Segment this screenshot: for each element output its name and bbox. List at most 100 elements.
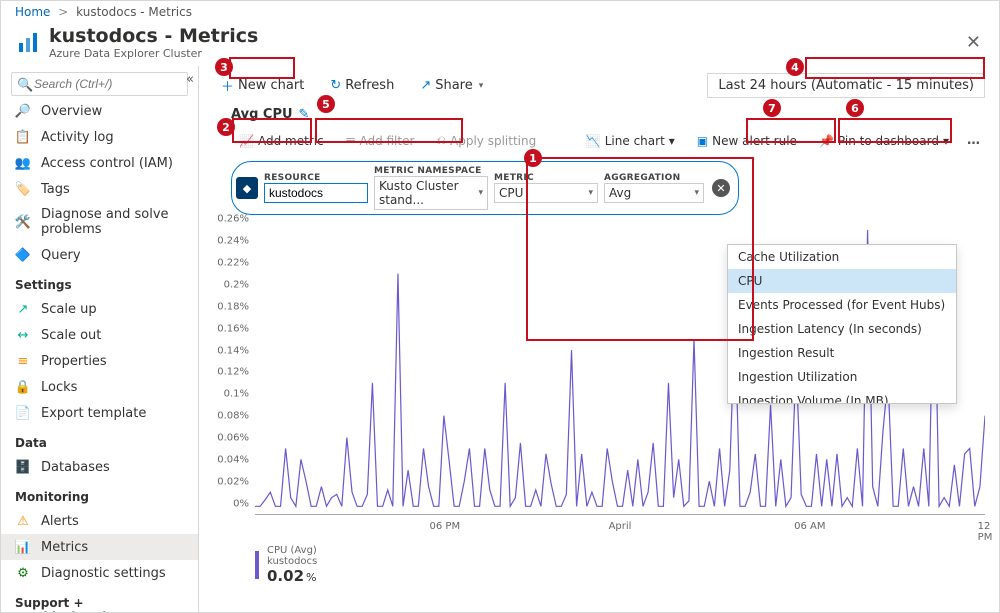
- breadcrumb-home[interactable]: Home: [15, 5, 50, 19]
- sidebar-item-export[interactable]: 📄Export template: [1, 400, 198, 426]
- alert-icon: ▣: [697, 134, 708, 148]
- y-tick: 0.18%: [217, 301, 249, 312]
- metric-select[interactable]: CPU▾: [494, 183, 598, 203]
- pin-dashboard-button[interactable]: 📌Pin to dashboard▾: [811, 130, 957, 152]
- sidebar-item-label: Activity log: [41, 130, 114, 145]
- namespace-label: METRIC NAMESPACE: [374, 166, 488, 176]
- collapse-sidebar-icon[interactable]: «: [186, 72, 194, 87]
- sidebar-item-locks[interactable]: 🔒Locks: [1, 374, 198, 400]
- callout-4-badge: 4: [786, 58, 804, 76]
- y-tick: 0.12%: [217, 367, 249, 378]
- sidebar-item-iam[interactable]: 👥Access control (IAM): [1, 150, 198, 176]
- y-tick: 0.14%: [217, 345, 249, 356]
- aggregation-select[interactable]: Avg▾: [604, 183, 704, 203]
- sidebar-group-header: Data: [1, 426, 198, 454]
- apply-splitting-button[interactable]: ⎌Apply splitting: [428, 129, 544, 152]
- sidebar-item-query[interactable]: 🔷Query: [1, 242, 198, 268]
- breadcrumb: Home > kustodocs - Metrics: [1, 1, 999, 23]
- dropdown-item[interactable]: Ingestion Latency (In seconds): [728, 317, 956, 341]
- close-icon[interactable]: ✕: [962, 28, 985, 57]
- y-tick: 0.08%: [217, 411, 249, 422]
- metrics-icon: 📊: [15, 539, 31, 555]
- sidebar-item-props[interactable]: ≡Properties: [1, 348, 198, 374]
- overview-icon: 🔎: [15, 103, 31, 119]
- y-axis: 0%0.02%0.04%0.06%0.08%0.1%0.12%0.14%0.16…: [213, 219, 253, 515]
- resource-label: RESOURCE: [264, 173, 368, 183]
- db-icon: 🗄️: [15, 459, 31, 475]
- chart-type-select[interactable]: 📉Line chart▾: [578, 130, 683, 152]
- new-chart-button[interactable]: ＋New chart: [213, 72, 312, 99]
- sidebar-item-scaleout[interactable]: ↔Scale out: [1, 322, 198, 348]
- sidebar-item-label: Overview: [41, 104, 102, 119]
- sidebar-item-diagnose[interactable]: 🛠️ Diagnose and solve problems: [1, 202, 198, 242]
- more-menu-button[interactable]: …: [963, 129, 985, 152]
- sidebar-item-label: Diagnostic settings: [41, 566, 166, 581]
- aggregation-label: AGGREGATION: [604, 173, 704, 183]
- chevron-down-icon: ▾: [943, 134, 949, 148]
- resource-input[interactable]: [264, 183, 368, 203]
- metric-label: METRIC: [494, 173, 598, 183]
- y-tick: 0.02%: [217, 477, 249, 488]
- sidebar-item-label: Diagnose and solve problems: [41, 207, 184, 237]
- dropdown-item[interactable]: Events Processed (for Event Hubs): [728, 293, 956, 317]
- sidebar-item-label: Databases: [41, 460, 110, 475]
- query-icon: 🔷: [15, 247, 31, 263]
- sidebar-item-activity[interactable]: 📋 Activity log: [1, 124, 198, 150]
- legend-value: 0.02: [267, 567, 304, 585]
- page-header: kustodocs - Metrics Azure Data Explorer …: [1, 23, 999, 66]
- diag-icon: ⚙: [15, 565, 31, 581]
- y-tick: 0%: [233, 499, 249, 510]
- y-tick: 0.24%: [217, 235, 249, 246]
- line-chart-icon: 📉: [586, 134, 601, 148]
- sidebar-item-db[interactable]: 🗄️ Databases: [1, 454, 198, 480]
- sidebar-item-diag[interactable]: ⚙ Diagnostic settings: [1, 560, 198, 586]
- dropdown-item[interactable]: CPU: [728, 269, 956, 293]
- filter-icon: 𝍢: [346, 130, 356, 151]
- remove-metric-icon[interactable]: ✕: [712, 179, 730, 197]
- export-icon: 📄: [15, 405, 31, 421]
- share-button[interactable]: ↗Share▾: [412, 74, 491, 97]
- y-tick: 0.26%: [217, 213, 249, 224]
- callout-6-badge: 6: [846, 99, 864, 117]
- refresh-button[interactable]: ↻Refresh: [322, 74, 402, 97]
- sidebar-group-header: Support + troubleshooting: [1, 586, 198, 613]
- activity-icon: 📋: [15, 129, 31, 145]
- edit-title-icon[interactable]: ✎: [299, 107, 310, 122]
- callout-3-badge: 3: [215, 58, 233, 76]
- namespace-select[interactable]: Kusto Cluster stand...▾: [374, 176, 488, 210]
- add-filter-button[interactable]: 𝍢Add filter: [338, 126, 423, 155]
- sidebar-item-scaleup[interactable]: ↗Scale up: [1, 296, 198, 322]
- sidebar-item-metrics[interactable]: 📊Metrics: [1, 534, 198, 560]
- tags-icon: 🏷️: [15, 181, 31, 197]
- search-input[interactable]: [11, 72, 188, 96]
- y-tick: 0.06%: [217, 433, 249, 444]
- breadcrumb-current: kustodocs - Metrics: [76, 5, 192, 19]
- callout-1-badge: 1: [524, 149, 542, 167]
- plus-icon: ＋: [221, 76, 234, 95]
- page-title: kustodocs - Metrics: [49, 25, 258, 47]
- dropdown-item[interactable]: Ingestion Result: [728, 341, 956, 365]
- resource-icon: ◆: [236, 177, 258, 199]
- dropdown-item[interactable]: Ingestion Volume (In MB): [728, 389, 956, 404]
- alerts-icon: ⚠: [15, 513, 31, 529]
- callout-5-badge: 5: [317, 95, 335, 113]
- sidebar-item-overview[interactable]: 🔎 Overview: [1, 98, 198, 124]
- chevron-down-icon: ▾: [694, 188, 699, 198]
- sidebar-item-alerts[interactable]: ⚠Alerts: [1, 508, 198, 534]
- chevron-down-icon: ▾: [588, 188, 593, 198]
- dropdown-item[interactable]: Cache Utilization: [728, 245, 956, 269]
- breadcrumb-sep: >: [58, 5, 68, 19]
- y-tick: 0.22%: [217, 257, 249, 268]
- sidebar-item-tags[interactable]: 🏷️Tags: [1, 176, 198, 202]
- callout-7-badge: 7: [763, 99, 781, 117]
- diagnose-icon: 🛠️: [15, 214, 31, 230]
- dropdown-item[interactable]: Ingestion Utilization: [728, 365, 956, 389]
- metric-dropdown[interactable]: Cache UtilizationCPUEvents Processed (fo…: [727, 244, 957, 404]
- time-range-button[interactable]: Last 24 hours (Automatic - 15 minutes): [707, 73, 985, 98]
- sidebar-item-label: Scale out: [41, 328, 101, 343]
- sidebar-item-label: Locks: [41, 380, 77, 395]
- new-alert-rule-button[interactable]: ▣New alert rule: [689, 130, 805, 152]
- add-metric-button[interactable]: 📈Add metric: [231, 130, 332, 152]
- x-tick: April: [609, 521, 632, 532]
- chart-command-bar: 📈Add metric 𝍢Add filter ⎌Apply splitting…: [213, 126, 985, 161]
